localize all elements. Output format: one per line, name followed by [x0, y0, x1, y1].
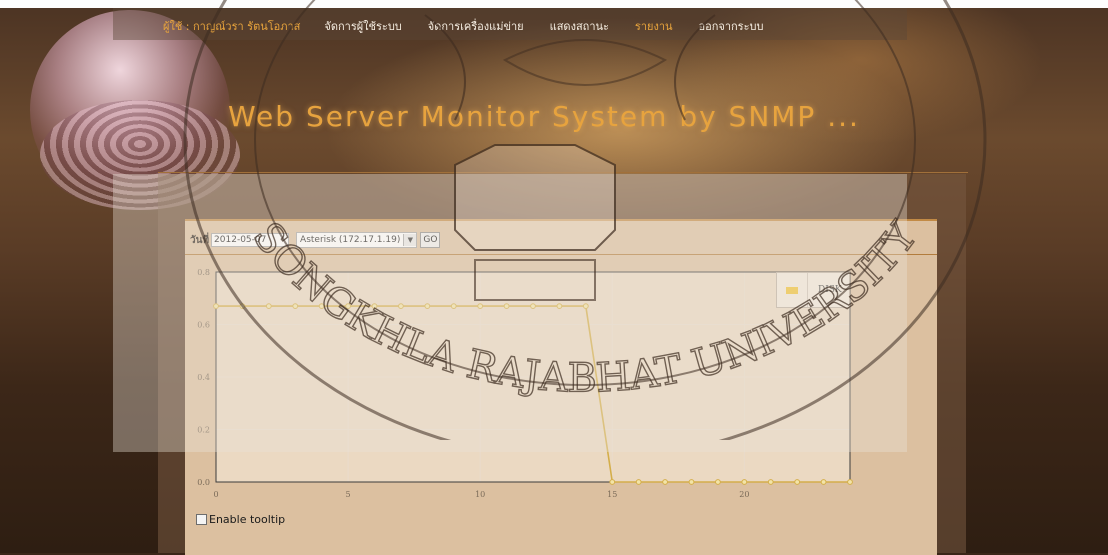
- watermark-overlay: [113, 174, 907, 452]
- data-point: [715, 479, 721, 485]
- data-point: [741, 479, 748, 485]
- data-point: [662, 479, 668, 485]
- tooltip-label: Enable tooltip: [209, 513, 286, 526]
- banner-title: Web Server Monitor System by SNMP ...: [228, 100, 860, 133]
- x-tick-label: 0: [213, 490, 218, 499]
- top-rim: [0, 0, 1108, 8]
- menu-item-logout[interactable]: ออกจากระบบ: [699, 17, 764, 35]
- menu-item-report[interactable]: รายงาน: [635, 17, 673, 35]
- tooltip-checkbox[interactable]: [196, 514, 207, 525]
- data-point: [767, 479, 774, 485]
- user-label[interactable]: ผู้ใช้ : กาญณ์วรา รัตนโอภาส: [163, 17, 300, 35]
- menu-item-manage-servers[interactable]: จัดการเครื่องแม่ข่าย: [428, 17, 524, 35]
- data-point: [635, 479, 642, 485]
- menu-item-status[interactable]: แสดงสถานะ: [550, 17, 609, 35]
- menu-item-manage-users[interactable]: จัดการผู้ใช้ระบบ: [324, 17, 401, 35]
- tooltip-toggle[interactable]: Enable tooltip: [196, 513, 285, 526]
- x-tick-label: 15: [607, 490, 617, 499]
- data-point: [609, 479, 616, 485]
- data-point: [820, 479, 827, 485]
- y-tick-label: 0.0: [197, 478, 210, 487]
- data-point: [688, 479, 695, 485]
- x-tick-label: 10: [475, 490, 485, 499]
- data-point: [847, 479, 853, 485]
- main-menu: ผู้ใช้ : กาญณ์วรา รัตนโอภาส จัดการผู้ใช้…: [163, 17, 789, 35]
- x-tick-label: 5: [346, 490, 351, 499]
- data-point: [794, 479, 801, 485]
- x-tick-label: 20: [739, 490, 749, 499]
- header-divider: [158, 172, 968, 173]
